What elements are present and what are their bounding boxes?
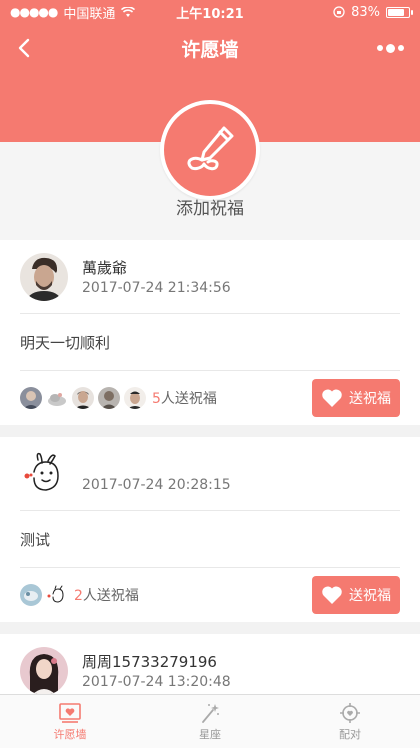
wish-wall-icon bbox=[59, 702, 81, 723]
tab-label: 星座 bbox=[199, 727, 221, 741]
avatar[interactable] bbox=[20, 450, 68, 498]
nav-bar: 许愿墙 bbox=[0, 24, 420, 72]
tab-label: 许愿墙 bbox=[53, 727, 87, 741]
wish-message: 测试 bbox=[20, 530, 51, 549]
blesser-avatar[interactable] bbox=[20, 584, 42, 606]
more-button[interactable] bbox=[370, 36, 410, 60]
more-dot bbox=[397, 45, 404, 51]
send-blessing-button[interactable]: 送祝福 bbox=[312, 576, 400, 614]
post-time: 2017-07-24 20:28:15 bbox=[82, 477, 231, 493]
battery-fill bbox=[388, 8, 404, 16]
chevron-left-icon bbox=[18, 38, 30, 58]
bless-count: 2人送祝福 bbox=[74, 585, 139, 605]
add-wish-section: 添加祝福 bbox=[0, 72, 420, 240]
clock: 上午10:21 bbox=[176, 6, 244, 22]
pen-heart-icon bbox=[187, 126, 234, 171]
wifi-icon bbox=[121, 6, 136, 17]
author-name: 周周15733279196 bbox=[82, 653, 217, 671]
more-dot bbox=[376, 45, 383, 51]
add-wish-label: 添加祝福 bbox=[176, 199, 244, 219]
blesser-avatar[interactable] bbox=[20, 387, 42, 409]
blesser-avatar[interactable] bbox=[124, 387, 146, 409]
bless-count-label: 人送祝福 bbox=[160, 391, 217, 407]
send-blessing-label: 送祝福 bbox=[349, 588, 391, 604]
blessers-list: 2人送祝福 bbox=[20, 584, 139, 606]
bless-count-label: 人送祝福 bbox=[82, 588, 139, 604]
send-blessing-label: 送祝福 bbox=[349, 391, 391, 407]
magic-wand-icon bbox=[202, 703, 219, 723]
wish-card: 2017-07-24 20:28:15 测试 2人送祝福 送祝福 bbox=[0, 437, 420, 622]
wish-feed: 萬歲爺 2017-07-24 21:34:56 明天一切顺利 5人送祝福 送祝福 bbox=[0, 240, 420, 720]
page-title: 许愿墙 bbox=[181, 38, 239, 61]
signal-icon: ●●●●● bbox=[10, 5, 58, 19]
post-time: 2017-07-24 13:20:48 bbox=[82, 674, 231, 690]
status-bar: ●●●●● 中国联通 上午10:21 83% bbox=[0, 0, 420, 24]
battery-percent: 83% bbox=[351, 4, 380, 20]
card-footer: 5人送祝福 送祝福 bbox=[0, 371, 420, 425]
wish-message: 明天一切顺利 bbox=[20, 333, 111, 352]
back-button[interactable] bbox=[10, 34, 38, 62]
bless-count-number: 2 bbox=[74, 588, 83, 604]
divider bbox=[20, 313, 400, 314]
bless-count-number: 5 bbox=[152, 391, 161, 407]
tab-wish-wall[interactable]: 许愿墙 bbox=[0, 695, 140, 748]
bless-count: 5人送祝福 bbox=[152, 388, 217, 408]
tab-bar: 许愿墙 星座 配对 bbox=[0, 694, 420, 748]
tab-label: 配对 bbox=[339, 727, 361, 741]
more-dot bbox=[385, 43, 395, 53]
post-time: 2017-07-24 21:34:56 bbox=[82, 280, 231, 296]
heart-icon bbox=[322, 389, 342, 407]
carrier-label: 中国联通 bbox=[63, 6, 116, 22]
battery-icon bbox=[386, 6, 413, 18]
rotation-lock-icon bbox=[333, 6, 345, 18]
blessers-list: 5人送祝福 bbox=[20, 387, 217, 409]
blesser-avatar[interactable] bbox=[46, 584, 68, 606]
avatar[interactable] bbox=[20, 647, 68, 695]
tab-match[interactable]: 配对 bbox=[280, 695, 420, 748]
wish-card: 萬歲爺 2017-07-24 21:34:56 明天一切顺利 5人送祝福 送祝福 bbox=[0, 240, 420, 425]
card-footer: 2人送祝福 送祝福 bbox=[0, 568, 420, 622]
send-blessing-button[interactable]: 送祝福 bbox=[312, 379, 400, 417]
author-name: 萬歲爺 bbox=[82, 259, 128, 277]
blesser-avatar[interactable] bbox=[72, 387, 94, 409]
blesser-avatar[interactable] bbox=[46, 387, 68, 409]
blesser-avatar[interactable] bbox=[98, 387, 120, 409]
target-icon bbox=[340, 702, 360, 723]
tab-horoscope[interactable]: 星座 bbox=[140, 695, 280, 748]
heart-icon bbox=[322, 586, 342, 604]
add-wish-button[interactable] bbox=[160, 100, 260, 200]
divider bbox=[20, 510, 400, 511]
avatar[interactable] bbox=[20, 253, 68, 301]
card-header: 2017-07-24 20:28:15 bbox=[0, 437, 420, 511]
card-header: 萬歲爺 2017-07-24 21:34:56 bbox=[0, 240, 420, 314]
